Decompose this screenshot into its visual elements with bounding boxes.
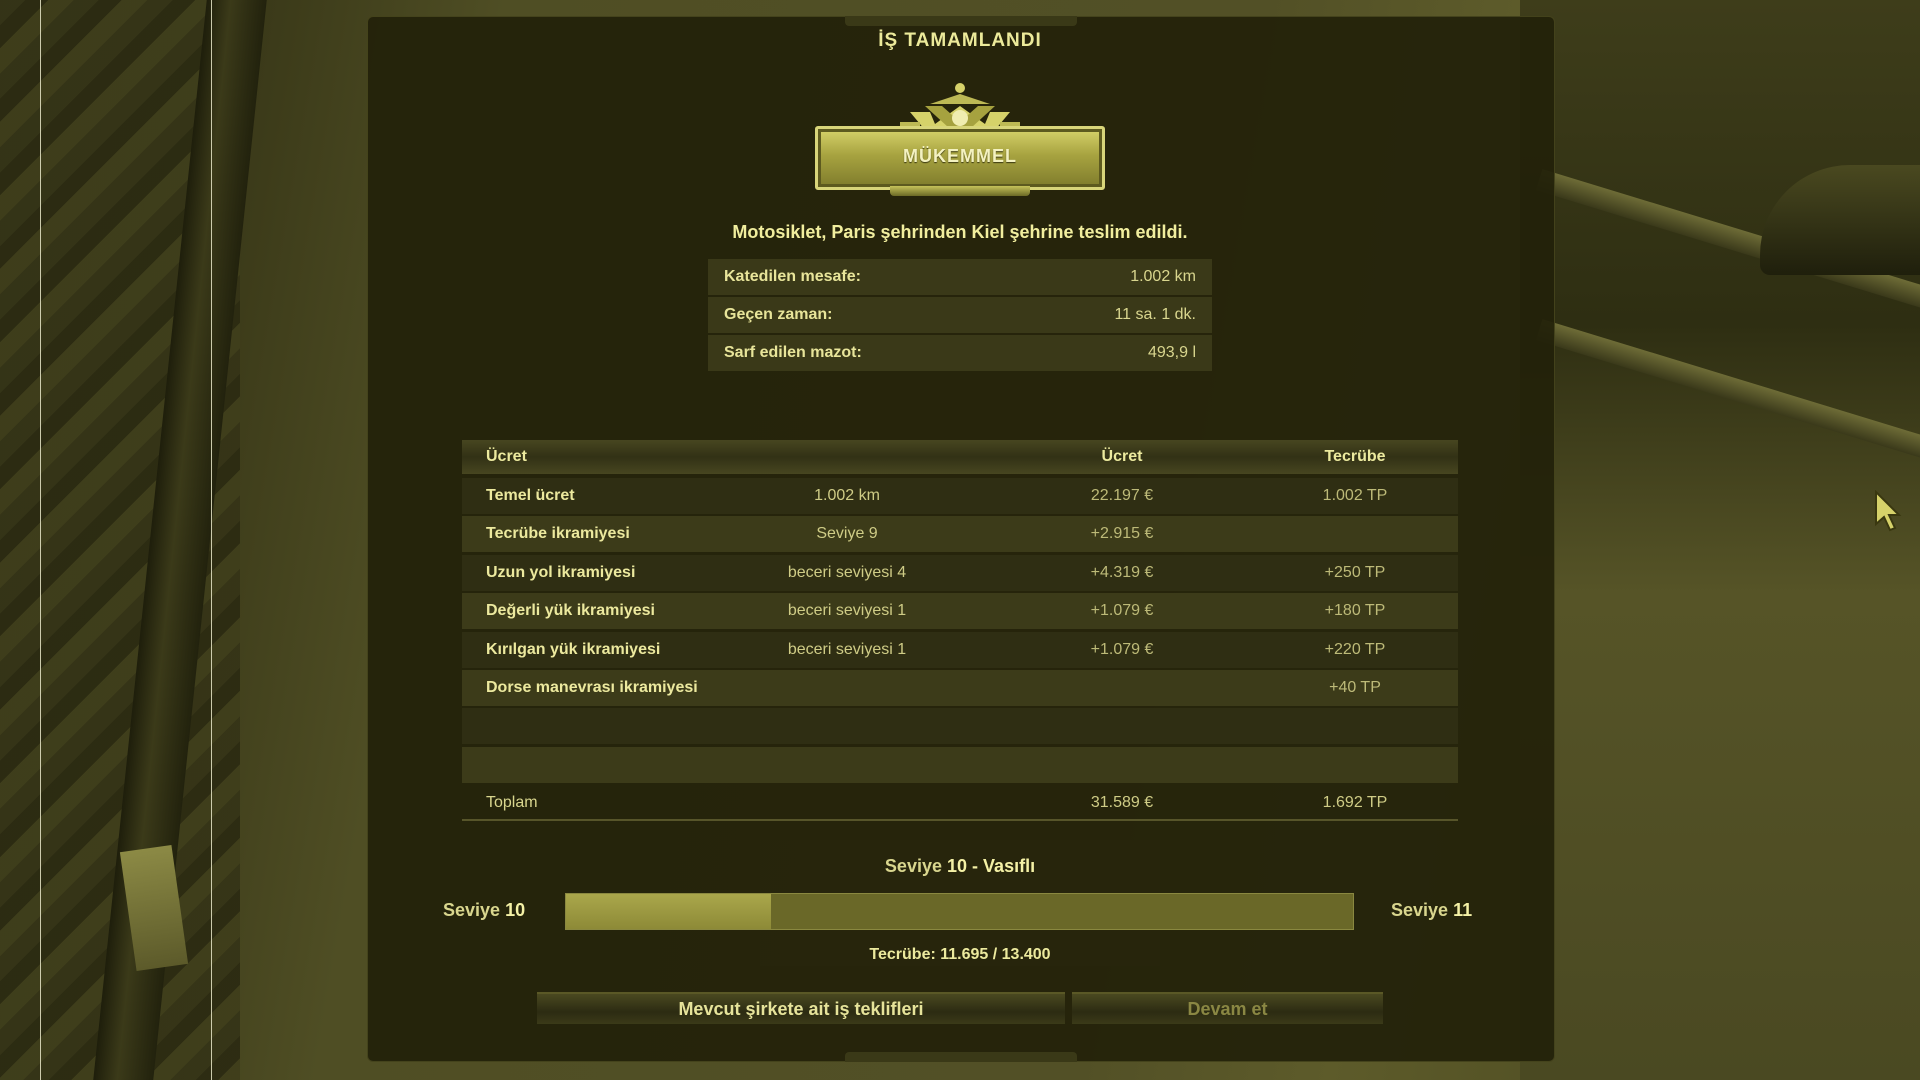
row-xp: +250 TP bbox=[1324, 563, 1386, 581]
level-title-prefix: Seviye bbox=[884, 856, 942, 876]
mouse-cursor-icon bbox=[1875, 490, 1902, 532]
row-money: +2.915 € bbox=[1090, 525, 1154, 543]
row-detail: beceri seviyesi 4 bbox=[787, 563, 907, 581]
experience-progress-bar bbox=[565, 893, 1354, 930]
level-title-number: 10 bbox=[947, 856, 968, 876]
table-total-row: Toplam 31.589 € 1.692 TP bbox=[462, 787, 1458, 821]
experience-text: Tecrübe: 11.695 / 13.400 bbox=[869, 946, 1051, 963]
row-name: Değerli yük ikramiyesi bbox=[486, 602, 655, 620]
table-row: Değerli yük ikramiyesi beceri seviyesi 1… bbox=[462, 593, 1458, 630]
overlay-line bbox=[40, 0, 41, 1080]
level-word: Seviye bbox=[1391, 900, 1449, 920]
level-number: 11 bbox=[1453, 900, 1473, 920]
total-money: 31.589 € bbox=[1090, 793, 1154, 811]
stat-label: Katedilen mesafe: bbox=[724, 268, 861, 285]
table-row: Dorse manevrası ikramiyesi +40 TP bbox=[462, 669, 1458, 706]
progress-fill bbox=[566, 894, 771, 929]
table-row: Kırılgan yük ikramiyesi beceri seviyesi … bbox=[462, 631, 1458, 668]
next-level-label: Seviye 11 bbox=[1391, 900, 1472, 921]
row-xp: +40 TP bbox=[1329, 678, 1381, 696]
row-name: Uzun yol ikramiyesi bbox=[486, 563, 636, 581]
header-xp: Tecrübe bbox=[1324, 448, 1386, 465]
job-stats: Katedilen mesafe: 1.002 km Geçen zaman: … bbox=[708, 259, 1212, 373]
row-detail: beceri seviyesi 1 bbox=[787, 640, 907, 658]
panel-title: İŞ TAMAMLANDI bbox=[878, 30, 1042, 51]
header-money: Ücret bbox=[1101, 448, 1143, 465]
company-job-offers-button[interactable]: Mevcut şirkete ait iş teklifleri bbox=[537, 992, 1065, 1024]
level-title: Seviye 10 - Vasıflı bbox=[760, 856, 1160, 877]
rating-emblem: MÜKEMMEL bbox=[815, 82, 1105, 196]
row-detail: 1.002 km bbox=[814, 487, 880, 504]
stat-value: 493,9 l bbox=[1147, 344, 1196, 361]
row-name: Dorse manevrası ikramiyesi bbox=[486, 678, 698, 696]
row-money: +4.319 € bbox=[1090, 563, 1154, 581]
stat-fuel: Sarf edilen mazot: 493,9 l bbox=[708, 335, 1212, 371]
row-money: +1.079 € bbox=[1090, 602, 1154, 620]
table-row-empty bbox=[462, 746, 1458, 783]
row-detail: beceri seviyesi 1 bbox=[787, 602, 907, 620]
row-name: Kırılgan yük ikramiyesi bbox=[486, 640, 661, 658]
row-money: 22.197 € bbox=[1090, 487, 1154, 504]
row-xp: +180 TP bbox=[1324, 602, 1386, 620]
level-word: Seviye bbox=[443, 900, 501, 920]
delivery-message: Motosiklet, Paris şehrinden Kiel şehrine… bbox=[732, 222, 1188, 242]
panel-top-tab bbox=[845, 16, 1077, 26]
table-row-empty bbox=[462, 708, 1458, 745]
stat-label: Sarf edilen mazot: bbox=[724, 344, 862, 361]
rating-label: MÜKEMMEL bbox=[903, 146, 1017, 166]
table-row: Tecrübe ikramiyesi Seviye 9 +2.915 € bbox=[462, 516, 1458, 553]
stat-label: Geçen zaman: bbox=[724, 306, 833, 323]
table-row: Temel ücret 1.002 km 22.197 € 1.002 TP bbox=[462, 478, 1458, 514]
stat-distance: Katedilen mesafe: 1.002 km bbox=[708, 259, 1212, 295]
income-table: Ücret Ücret Tecrübe Temel ücret 1.002 km… bbox=[462, 440, 1458, 823]
panel-bottom-tab bbox=[845, 1052, 1077, 1062]
continue-button[interactable]: Devam et bbox=[1072, 992, 1383, 1024]
row-money: +1.079 € bbox=[1090, 640, 1154, 658]
rating-plate-base bbox=[890, 186, 1030, 196]
stat-time: Geçen zaman: 11 sa. 1 dk. bbox=[708, 297, 1212, 333]
header-name: Ücret bbox=[486, 448, 527, 465]
stat-value: 1.002 km bbox=[1130, 268, 1196, 285]
total-label: Toplam bbox=[486, 793, 538, 811]
current-level-label: Seviye 10 bbox=[443, 900, 525, 921]
row-detail: Seviye 9 bbox=[816, 525, 878, 543]
road-surface bbox=[1520, 0, 1920, 1080]
level-number: 10 bbox=[505, 900, 526, 920]
overlay-line bbox=[211, 0, 212, 1080]
row-xp: 1.002 TP bbox=[1322, 487, 1388, 504]
total-xp: 1.692 TP bbox=[1322, 793, 1388, 811]
level-title-suffix: - Vasıflı bbox=[972, 856, 1036, 876]
table-header: Ücret Ücret Tecrübe bbox=[462, 440, 1458, 474]
stat-value: 11 sa. 1 dk. bbox=[1114, 306, 1196, 323]
row-xp: +220 TP bbox=[1324, 640, 1386, 658]
row-name: Temel ücret bbox=[486, 487, 575, 504]
table-row: Uzun yol ikramiyesi beceri seviyesi 4 +4… bbox=[462, 554, 1458, 591]
row-name: Tecrübe ikramiyesi bbox=[486, 525, 630, 543]
